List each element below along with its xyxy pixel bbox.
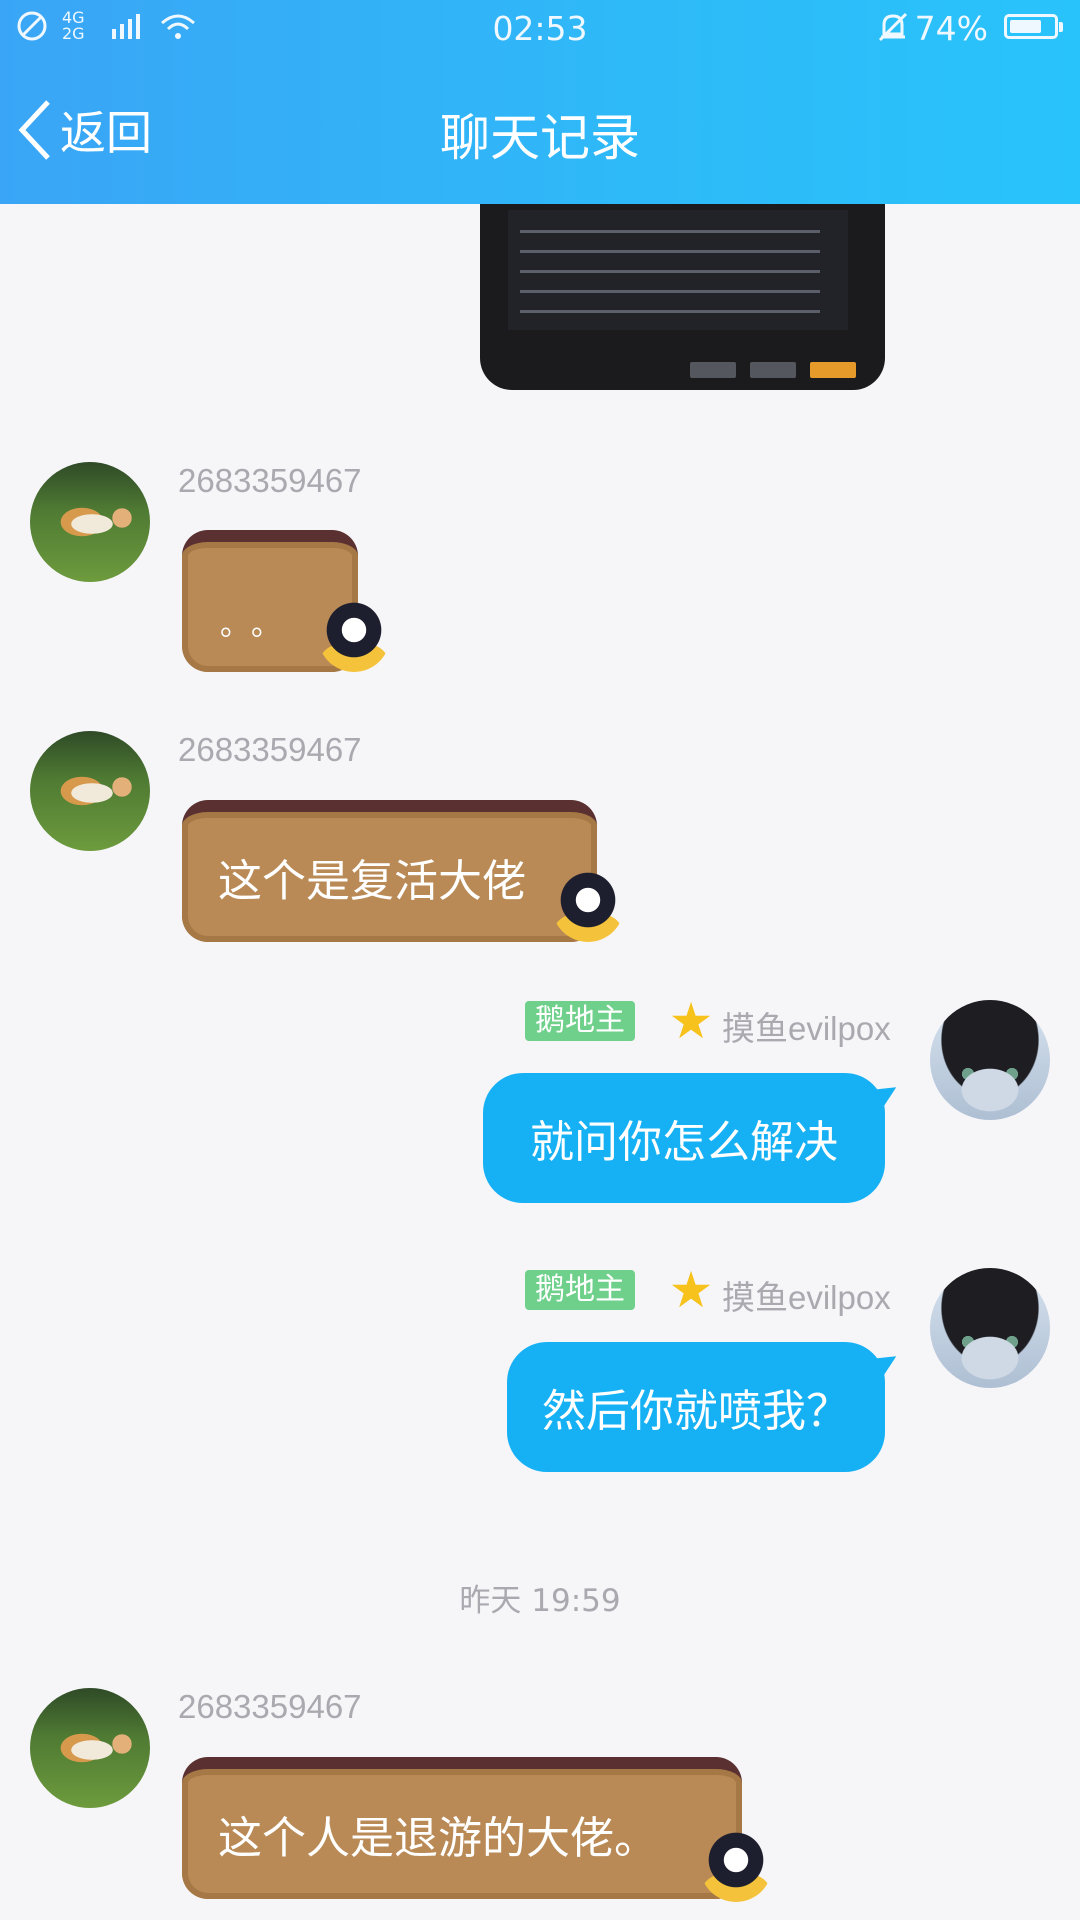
- message-bubble[interactable]: 就问你怎么解决: [483, 1073, 885, 1203]
- penguin-sticker-icon: [552, 870, 624, 942]
- top-header: 4G 2G 02:53 74% 返回 聊天记录: [0, 0, 1080, 204]
- battery-icon: [1004, 14, 1063, 39]
- sender-name: 摸鱼evilpox: [722, 1279, 891, 1316]
- battery-text: 74%: [914, 9, 988, 48]
- image-button: [810, 362, 856, 378]
- timestamp: 昨天 19:59: [459, 1583, 621, 1619]
- sticker-bubble[interactable]: 这个是复活大佬: [182, 800, 597, 942]
- sender-name: 2683359467: [178, 1688, 362, 1725]
- message-text: 这个是复活大佬: [218, 856, 526, 907]
- image-line: [520, 290, 820, 293]
- message-bubble[interactable]: 然后你就喷我？: [507, 1342, 885, 1472]
- avatar[interactable]: [30, 731, 150, 851]
- avatar[interactable]: [30, 1688, 150, 1808]
- image-line: [520, 310, 820, 313]
- message-text: 就问你怎么解决: [530, 1117, 838, 1168]
- message-text: 然后你就喷我？: [542, 1386, 850, 1437]
- nav-bar: 返回 聊天记录: [0, 90, 1080, 170]
- image-line: [520, 230, 820, 233]
- sender-name: 2683359467: [178, 731, 362, 768]
- star-icon: ★: [668, 992, 714, 1050]
- sender-name: 摸鱼evilpox: [722, 1010, 891, 1047]
- image-line: [520, 270, 820, 273]
- page-title: 聊天记录: [440, 109, 640, 167]
- message-text: 这个人是退游的大佬。: [218, 1813, 658, 1864]
- status-bar: 4G 2G 02:53 74%: [0, 0, 1080, 56]
- penguin-sticker-icon: [700, 1830, 772, 1902]
- avatar[interactable]: [930, 1000, 1050, 1120]
- image-button: [690, 362, 736, 378]
- sticker-bubble[interactable]: 这个人是退游的大佬。: [182, 1757, 742, 1899]
- sticker-dots: 。。: [220, 608, 297, 643]
- bell-off-icon: [878, 12, 908, 42]
- battery-fill: [1010, 20, 1041, 33]
- star-icon: ★: [668, 1261, 714, 1319]
- image-line: [520, 250, 820, 253]
- group-badge: 鹅地主: [525, 1001, 635, 1041]
- avatar[interactable]: [30, 462, 150, 582]
- group-badge: 鹅地主: [525, 1270, 635, 1310]
- avatar[interactable]: [930, 1268, 1050, 1388]
- sender-name: 2683359467: [178, 462, 362, 499]
- penguin-sticker-icon: [318, 600, 390, 672]
- image-button: [750, 362, 796, 378]
